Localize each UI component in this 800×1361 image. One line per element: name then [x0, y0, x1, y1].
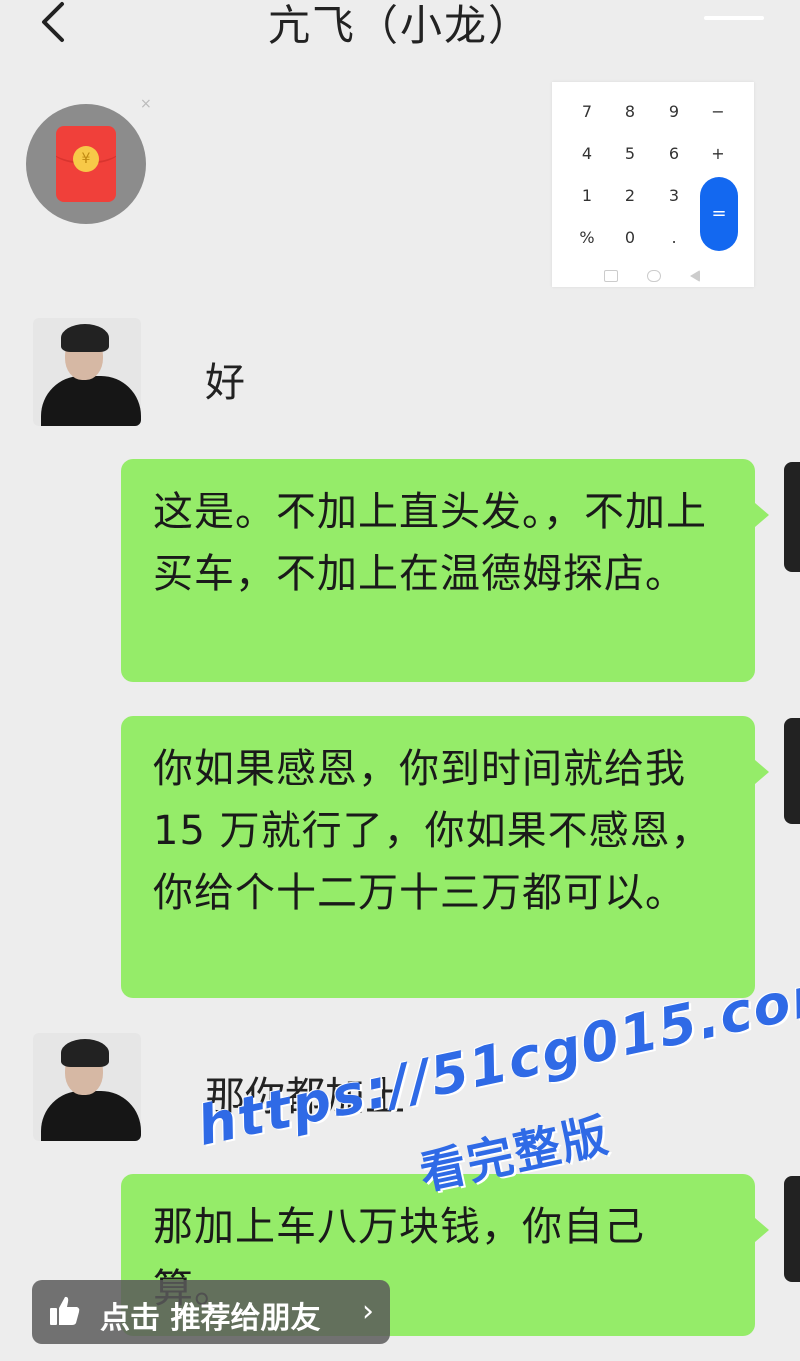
message-text[interactable]: 好: [205, 350, 245, 408]
contact-avatar[interactable]: [33, 1033, 141, 1141]
calc-equals-key: =: [700, 177, 738, 251]
calc-key: 0: [624, 228, 636, 247]
recent-nav-icon: [647, 270, 661, 282]
calc-key: +: [711, 144, 725, 163]
self-avatar-edge: [784, 462, 800, 572]
person-body: [41, 1091, 141, 1141]
recommend-label: 点击 推荐给朋友: [100, 1301, 321, 1336]
message-bubble[interactable]: 这是。不加上直头发。，不加上买车，不加上在温德姆探店。: [121, 459, 769, 682]
person-hair: [61, 1039, 109, 1067]
chat-header: 亢飞（小龙）: [0, 0, 800, 72]
calc-key: 3: [668, 186, 680, 205]
contact-avatar[interactable]: [33, 318, 141, 426]
chat-title: 亢飞（小龙）: [267, 1, 532, 50]
person-body: [41, 376, 141, 426]
calc-key: 6: [668, 144, 680, 163]
back-nav-icon: [690, 270, 700, 282]
calc-key: 1: [581, 186, 593, 205]
message-bubble[interactable]: 你如果感恩，你到时间就给我 15 万就行了，你如果不感恩，你给个十二万十三万都可…: [121, 716, 769, 998]
thumbs-up-icon: [50, 1296, 80, 1325]
recommend-button[interactable]: 点击 推荐给朋友 ›: [32, 1280, 390, 1344]
calc-key: 2: [624, 186, 636, 205]
coin-icon: ¥: [73, 146, 99, 172]
calc-key: %: [579, 228, 595, 247]
calc-key: 7: [581, 102, 593, 121]
calc-key: 5: [624, 144, 636, 163]
home-nav-icon: [604, 270, 618, 282]
red-packet-message[interactable]: ¥: [26, 104, 146, 224]
menu-icon[interactable]: [704, 16, 764, 20]
close-icon[interactable]: ×: [140, 96, 152, 112]
red-packet-icon: ¥: [56, 126, 116, 202]
calc-key: 9: [668, 102, 680, 121]
self-avatar-edge: [784, 1176, 800, 1282]
calc-key: 8: [624, 102, 636, 121]
calc-key: .: [671, 228, 677, 247]
calc-key: −: [711, 102, 725, 121]
calculator-image[interactable]: 7 8 9 − 4 5 6 + 1 2 3 % 0 . =: [552, 82, 754, 287]
chevron-right-icon: ›: [362, 1294, 374, 1329]
self-avatar-edge: [784, 718, 800, 824]
calc-key: 4: [581, 144, 593, 163]
person-hair: [61, 324, 109, 352]
